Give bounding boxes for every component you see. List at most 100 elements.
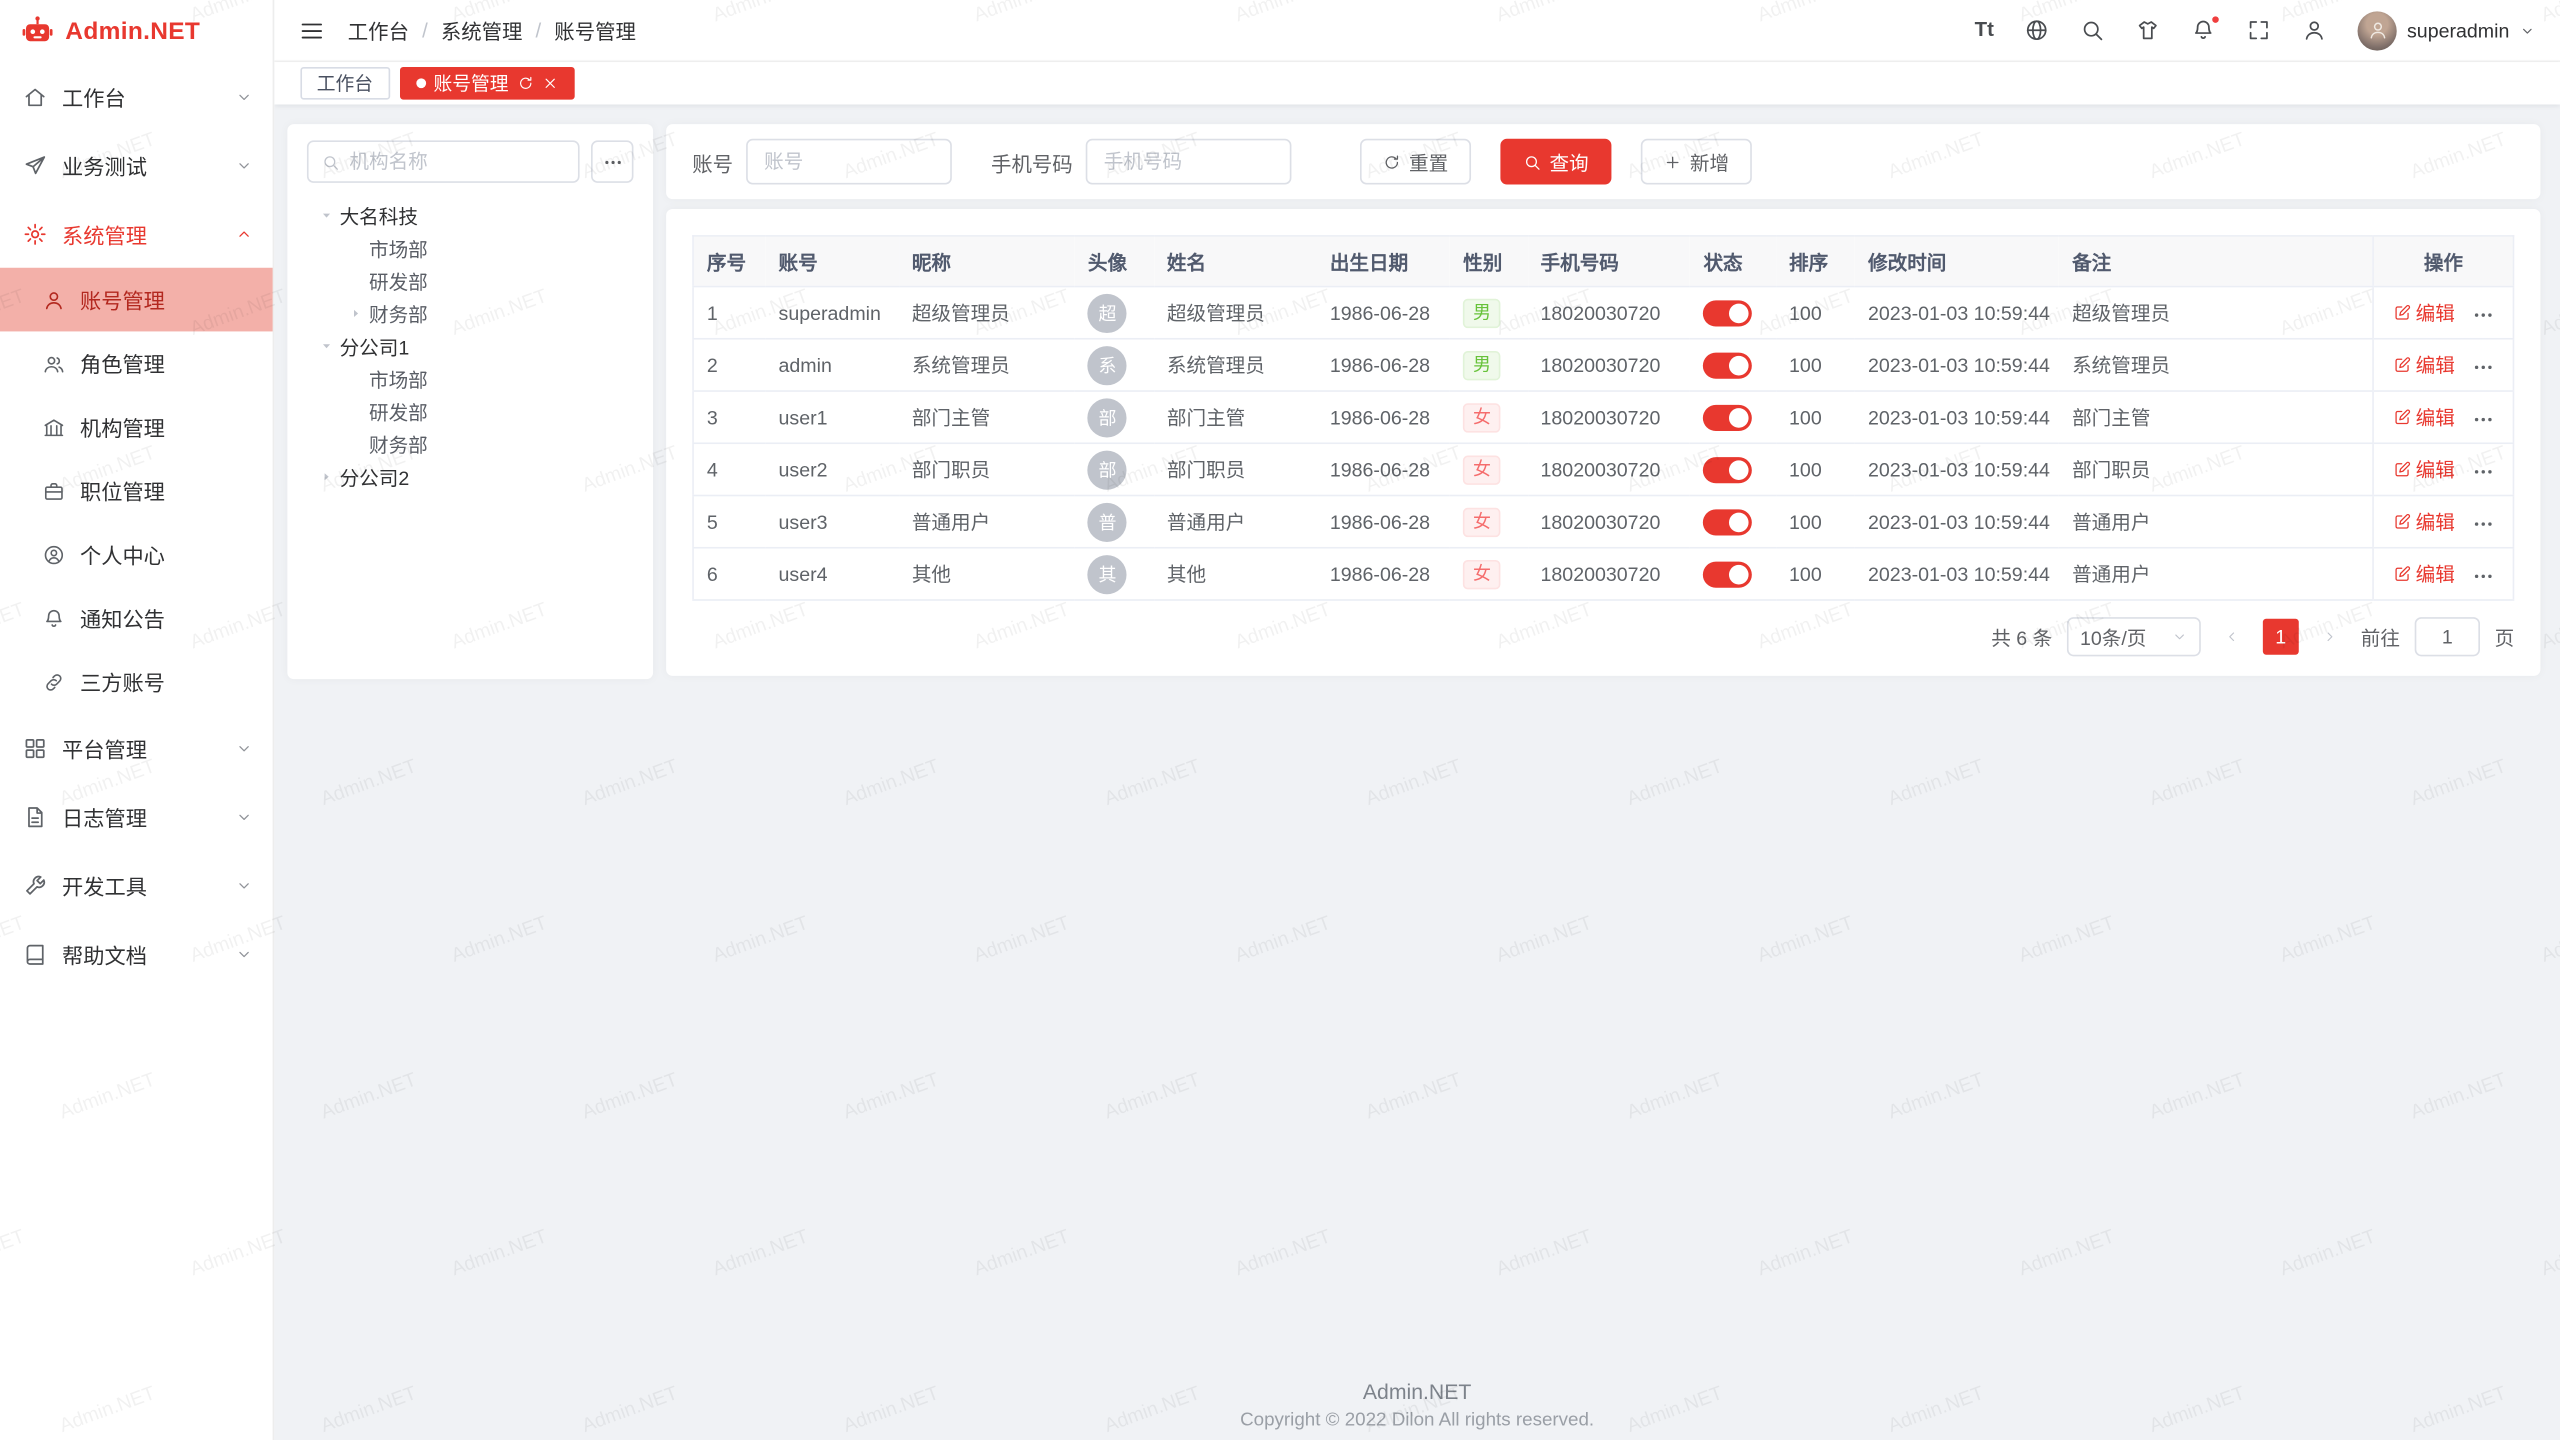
tree-node[interactable]: 研发部: [307, 395, 634, 428]
edit-icon: [2393, 355, 2411, 373]
profile-icon[interactable]: [2303, 18, 2327, 42]
close-icon[interactable]: [541, 75, 557, 91]
tree-node[interactable]: 财务部: [307, 428, 634, 461]
user-menu[interactable]: superadmin: [2358, 11, 2535, 50]
edit-button[interactable]: 编辑: [2393, 350, 2455, 378]
tab-item[interactable]: 账号管理: [399, 67, 574, 100]
tree-node[interactable]: 财务部: [307, 297, 634, 330]
sidebar-item-dev-tools[interactable]: 开发工具: [0, 851, 273, 920]
tree-node-label: 财务部: [369, 430, 428, 458]
status-toggle[interactable]: [1703, 352, 1752, 378]
language-icon[interactable]: [2025, 18, 2049, 42]
more-actions-button[interactable]: [2471, 566, 2494, 589]
footer-title: Admin.NET: [274, 1380, 2560, 1404]
gear-icon: [23, 221, 47, 245]
org-search-box: [307, 140, 580, 182]
sidebar-item-help-docs[interactable]: 帮助文档: [0, 919, 273, 988]
refresh-icon[interactable]: [517, 75, 533, 91]
tab-label: 账号管理: [433, 70, 508, 96]
more-actions-button[interactable]: [2471, 409, 2494, 432]
breadcrumb-item[interactable]: 账号管理: [554, 15, 636, 46]
cell-name: 其他: [1154, 548, 1317, 600]
add-button[interactable]: 新增: [1641, 139, 1752, 185]
accounts-table-panel: 序号账号昵称头像姓名出生日期性别手机号码状态排序修改时间备注操作 1supera…: [666, 209, 2540, 676]
cell-remark: 部门主管: [2059, 391, 2373, 443]
edit-button[interactable]: 编辑: [2393, 298, 2455, 326]
status-toggle[interactable]: [1703, 404, 1752, 430]
accounts-table: 序号账号昵称头像姓名出生日期性别手机号码状态排序修改时间备注操作 1supera…: [692, 235, 2514, 601]
sidebar-item-notice-announcement[interactable]: 通知公告: [0, 586, 273, 650]
more-actions-button[interactable]: [2471, 304, 2494, 327]
sidebar-item-org-management[interactable]: 机构管理: [0, 395, 273, 459]
gender-badge: 女: [1463, 507, 1501, 536]
sidebar-item-account-management[interactable]: 账号管理: [0, 268, 273, 332]
edit-button[interactable]: 编辑: [2393, 559, 2455, 587]
sidebar-item-system-management[interactable]: 系统管理: [0, 199, 273, 268]
sidebar-item-workbench[interactable]: 工作台: [0, 62, 273, 131]
sidebar-item-business-test[interactable]: 业务测试: [0, 131, 273, 200]
sidebar-item-role-management[interactable]: 角色管理: [0, 331, 273, 395]
chevron-down-icon: [235, 944, 253, 962]
org-search-input[interactable]: [349, 150, 565, 173]
tree-caret: [343, 268, 369, 294]
sidebar-item-position-management[interactable]: 职位管理: [0, 459, 273, 523]
edit-icon: [2393, 303, 2411, 321]
cell-account: user3: [765, 496, 898, 548]
fullscreen-icon[interactable]: [2247, 18, 2271, 42]
caret-right-icon: [320, 209, 333, 222]
sidebar-item-personal-center[interactable]: 个人中心: [0, 522, 273, 586]
cell-name: 系统管理员: [1154, 339, 1317, 391]
cell-index: 1: [693, 287, 765, 339]
goto-page-input[interactable]: [2415, 617, 2480, 656]
theme-icon[interactable]: [2136, 18, 2160, 42]
notifications-button[interactable]: [2192, 18, 2216, 42]
test-icon: [23, 153, 47, 177]
column-header: 出生日期: [1317, 236, 1450, 287]
breadcrumb-item[interactable]: 工作台: [348, 15, 409, 46]
page-size-select[interactable]: 10条/页: [2067, 617, 2201, 656]
logo[interactable]: Admin.NET: [0, 0, 273, 62]
more-actions-button[interactable]: [2471, 357, 2494, 380]
tree-more-button[interactable]: [591, 140, 633, 182]
tools-icon: [23, 873, 47, 897]
sidebar-item-platform-management[interactable]: 平台管理: [0, 713, 273, 782]
tree-node[interactable]: 市场部: [307, 362, 634, 395]
more-actions-button[interactable]: [2471, 461, 2494, 484]
tree-node-label: 市场部: [369, 234, 428, 262]
status-toggle[interactable]: [1703, 456, 1752, 482]
tree-node[interactable]: 研发部: [307, 264, 634, 297]
query-button[interactable]: 查询: [1500, 139, 1611, 185]
next-page-button[interactable]: [2313, 619, 2346, 655]
prev-page-button[interactable]: [2215, 619, 2248, 655]
font-size-icon[interactable]: Tt: [1975, 20, 1994, 40]
table-row: 2admin系统管理员系系统管理员1986-06-28男180200307201…: [693, 339, 2513, 391]
reset-button[interactable]: 重置: [1360, 139, 1471, 185]
status-toggle[interactable]: [1703, 509, 1752, 535]
phone-input[interactable]: [1086, 139, 1292, 185]
tree-node[interactable]: 市场部: [307, 232, 634, 265]
tree-node[interactable]: 大名科技: [307, 199, 634, 232]
status-toggle[interactable]: [1703, 561, 1752, 587]
account-input[interactable]: [746, 139, 952, 185]
sidebar-item-third-party-account[interactable]: 三方账号: [0, 650, 273, 714]
breadcrumb-item[interactable]: 系统管理: [441, 15, 523, 46]
tree-node[interactable]: 分公司2: [307, 460, 634, 493]
sidebar-item-log-management[interactable]: 日志管理: [0, 782, 273, 851]
more-actions-button[interactable]: [2471, 513, 2494, 536]
edit-button[interactable]: 编辑: [2393, 403, 2455, 431]
search-icon: [322, 153, 340, 171]
toggle-knob: [1730, 407, 1750, 427]
tab-item[interactable]: 工作台: [300, 67, 389, 100]
menu-toggle-icon[interactable]: [299, 17, 325, 43]
cell-status: [1690, 548, 1776, 600]
bell-icon: [42, 607, 65, 630]
search-icon[interactable]: [2080, 18, 2104, 42]
edit-button[interactable]: 编辑: [2393, 507, 2455, 535]
tree-caret: [343, 431, 369, 457]
status-toggle[interactable]: [1703, 300, 1752, 326]
edit-button[interactable]: 编辑: [2393, 455, 2455, 483]
column-header: 手机号码: [1527, 236, 1690, 287]
current-page[interactable]: 1: [2263, 619, 2299, 655]
tree-node[interactable]: 分公司1: [307, 330, 634, 363]
table-row: 4user2部门职员部部门职员1986-06-28女18020030720100…: [693, 443, 2513, 495]
